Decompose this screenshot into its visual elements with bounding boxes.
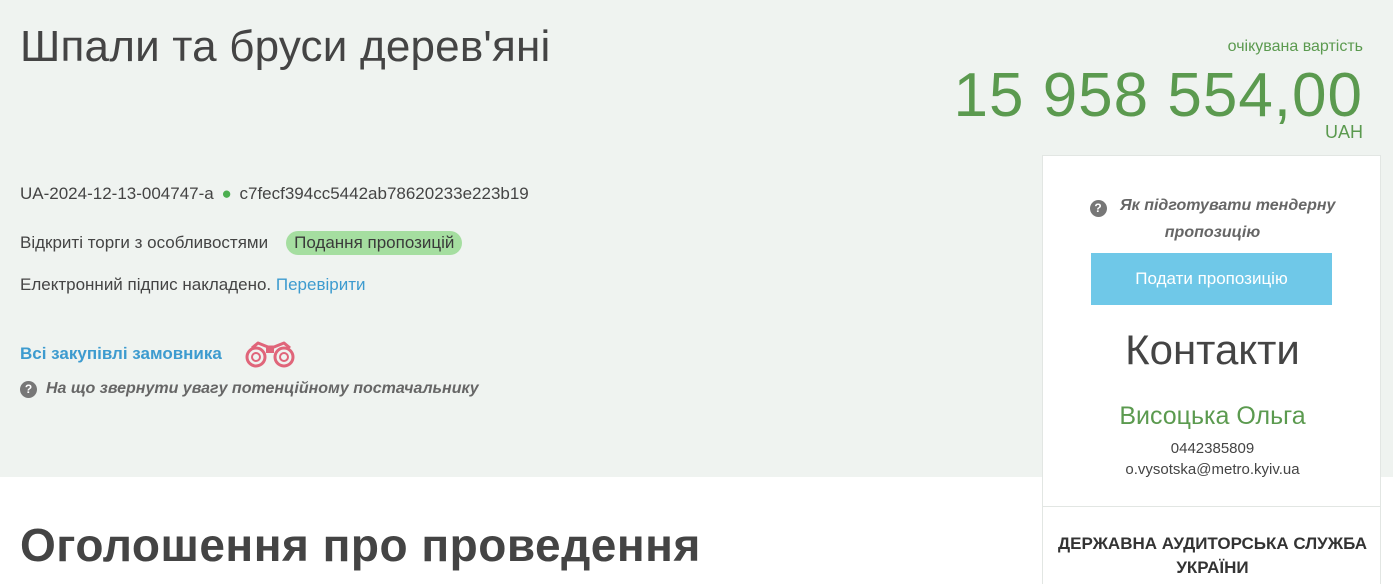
audit-line2: УКРАЇНИ	[1176, 558, 1249, 577]
status-dot-icon: ●	[221, 184, 232, 203]
side-panel: ? Як підготувати тендерну пропозицію Под…	[1042, 155, 1381, 584]
expected-value-label: очікувана вартість	[1227, 38, 1363, 55]
expected-value-amount: 15 958 554,00	[953, 61, 1363, 130]
check-signature-link[interactable]: Перевірити	[276, 275, 366, 294]
section-title: Оголошення про проведення	[20, 519, 701, 571]
page-title: Шпали та бруси дерев'яні	[20, 22, 551, 71]
contact-phone: 0442385809	[1170, 440, 1255, 457]
expected-value-currency: UAH	[1324, 122, 1363, 142]
audit-line1: ДЕРЖАВНА АУДИТОРСЬКА СЛУЖБА	[1058, 534, 1367, 553]
binoculars-icon[interactable]	[244, 339, 298, 369]
tender-id: UA-2024-12-13-004747-a	[20, 184, 214, 203]
tender-hash: c7fecf394cc5442ab78620233e223b19	[239, 184, 529, 203]
how-to-line2: пропозицію	[1164, 224, 1261, 241]
status-badge: Подання пропозицій	[286, 231, 463, 255]
contact-email: o.vysotska@metro.kyiv.ua	[1125, 461, 1300, 478]
contacts-title: Контакти	[1125, 326, 1300, 373]
customer-procurements-link-row: Всі закупівлі замовника	[20, 339, 298, 369]
customer-procurements-link[interactable]: Всі закупівлі замовника	[20, 344, 222, 364]
panel-divider	[1043, 506, 1380, 507]
signature-text: Електронний підпис накладено.	[20, 275, 272, 294]
how-to-line1: Як підготувати тендерну	[1119, 197, 1336, 214]
procedure-type-line: Відкриті торги з особливостями Подання п…	[20, 231, 463, 255]
tender-id-line: UA-2024-12-13-004747-a ● c7fecf394cc5442…	[20, 184, 529, 204]
supplier-hint-row[interactable]: ? На що звернути увагу потенційному пост…	[20, 380, 479, 398]
how-to-prepare-link[interactable]: ? Як підготувати тендерну пропозицію	[1043, 192, 1382, 246]
supplier-hint-text: На що звернути увагу потенційному постач…	[46, 380, 479, 397]
procedure-type: Відкриті торги з особливостями	[20, 233, 269, 252]
question-circle-icon: ?	[1089, 200, 1107, 217]
signature-line: Електронний підпис накладено. Перевірити	[20, 275, 366, 295]
audit-service-title: ДЕРЖАВНА АУДИТОРСЬКА СЛУЖБА УКРАЇНИ	[1043, 532, 1382, 580]
contact-name: Висоцька Ольга	[1119, 402, 1306, 430]
submit-proposal-button[interactable]: Подати пропозицію	[1091, 253, 1332, 305]
question-circle-icon: ?	[20, 380, 37, 398]
